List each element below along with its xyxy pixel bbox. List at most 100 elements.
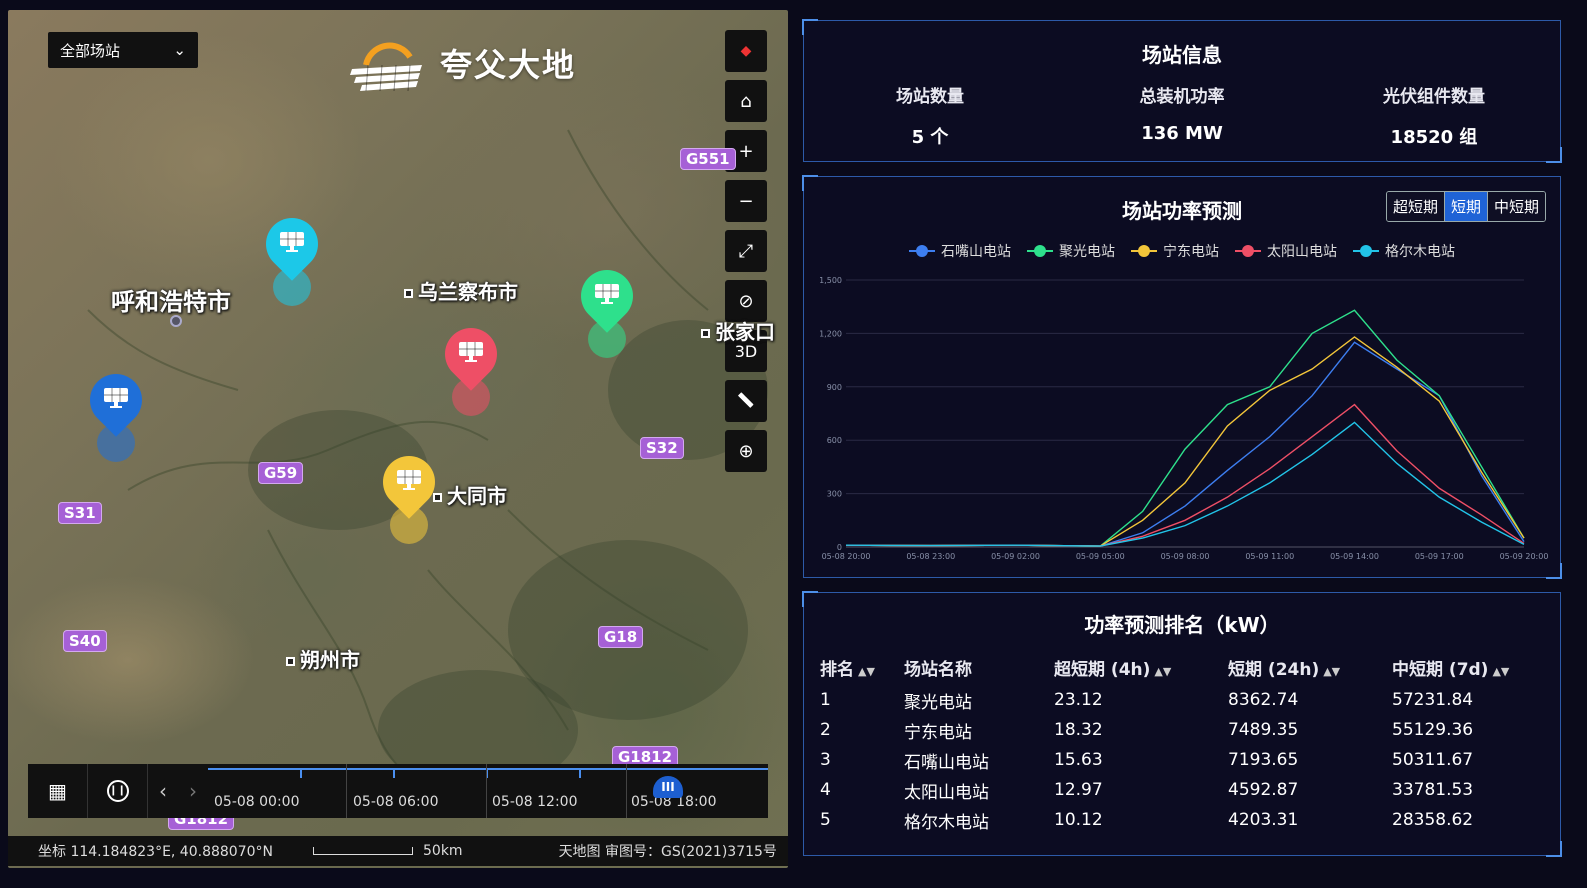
city-label-shuozhou: 朔州市	[286, 644, 360, 673]
table-cell: 33781.53	[1392, 780, 1474, 800]
tab-short[interactable]: 短期	[1444, 192, 1488, 221]
timeline-tick	[579, 768, 581, 778]
map-view[interactable]: 全部场站 ⌄ 夸父大地 ◆ ⌂ + − ⤢ ⊘ 3D 📏 ⊕ 呼和浩特市 乌兰察…	[8, 10, 788, 868]
table-cell: 4	[820, 780, 831, 800]
ranking-table: 排名 ▲▼ 场站名称 超短期 (4h) ▲▼ 短期 (24h) ▲▼ 中短期 (7d) ▲▼ 1…	[820, 649, 1542, 835]
stat-value: 136 MW	[1141, 123, 1223, 144]
power-ranking-panel: 功率预测排名（kW） 排名 ▲▼ 场站名称 超短期 (4h) ▲▼ 短期 (24h) ▲▼ 中…	[802, 591, 1562, 857]
x-tick-label: 05-09 11:00	[1245, 552, 1294, 561]
zoom-out-button[interactable]: −	[725, 180, 767, 222]
stat-total-capacity: 总装机功率 136 MW	[1056, 82, 1308, 149]
tab-ultra-short[interactable]: 超短期	[1386, 192, 1445, 221]
legend-item[interactable]: 格尔木电站	[1353, 241, 1455, 261]
series-line[interactable]	[845, 421, 1525, 547]
table-cell: 7193.65	[1228, 750, 1299, 770]
dashboard: 全部场站 ⌄ 夸父大地 ◆ ⌂ + − ⤢ ⊘ 3D 📏 ⊕ 呼和浩特市 乌兰察…	[0, 0, 1587, 888]
legend-label: 聚光电站	[1059, 244, 1115, 260]
forecast-line-chart: 0 300 600 900 1,200 1,500 05-08 20:00 05-08 23:…	[819, 276, 1548, 561]
table-row[interactable]: 1 聚光电站 23.12 8362.74 57231.84	[820, 685, 1542, 715]
legend-item[interactable]: 石嘴山电站	[909, 241, 1011, 261]
road-label: S32	[640, 437, 684, 459]
station-pin-blue[interactable]	[79, 363, 153, 464]
calendar-icon: ▦	[48, 779, 67, 803]
column-header[interactable]: 短期 (24h) ▲▼	[1228, 649, 1392, 685]
sort-icon[interactable]: ▲▼	[1492, 665, 1509, 678]
map-statusbar: 坐标 114.184823°E, 40.888070°N 50km 天地图 审图…	[8, 836, 788, 866]
table-cell: 57231.84	[1392, 690, 1474, 710]
legend-item[interactable]: 聚光电站	[1027, 241, 1115, 261]
station-pin-yellow[interactable]	[372, 445, 446, 546]
timeline-divider	[346, 764, 347, 818]
column-header[interactable]: 场站名称	[904, 649, 1054, 685]
x-tick-label: 05-09 17:00	[1415, 552, 1464, 561]
solar-panel-icon	[103, 386, 129, 408]
column-header-label: 排名	[820, 659, 854, 680]
legend-item[interactable]: 太阳山电站	[1235, 241, 1337, 261]
timeline-label: 05-08 06:00	[353, 794, 439, 810]
table-row[interactable]: 3 石嘴山电站 15.63 7193.65 50311.67	[820, 745, 1542, 775]
road-label: G551	[680, 148, 736, 170]
calendar-button[interactable]: ▦	[28, 764, 88, 818]
x-tick-label: 05-09 02:00	[991, 552, 1040, 561]
coordinate-readout: 坐标 114.184823°E, 40.888070°N	[38, 844, 273, 860]
sort-icon[interactable]: ▲▼	[1154, 665, 1171, 678]
timeline-line	[208, 768, 768, 770]
column-header[interactable]: 排名 ▲▼	[820, 649, 904, 685]
column-header-label: 场站名称	[904, 659, 972, 680]
legend-swatch	[1131, 245, 1157, 257]
ruler-button[interactable]: 📏	[725, 380, 767, 422]
timeline-track[interactable]: 05-08 00:00 05-08 06:00 05-08 12:00 05-0…	[208, 764, 768, 818]
series-line[interactable]	[845, 336, 1525, 547]
table-row[interactable]: 2 宁东电站 18.32 7489.35 55129.36	[820, 715, 1542, 745]
locate-icon: ⊕	[738, 440, 754, 462]
home-button[interactable]: ⌂	[725, 80, 767, 122]
city-label-wulanchabu: 乌兰察布市	[404, 276, 518, 305]
table-row[interactable]: 4 太阳山电站 12.97 4592.87 33781.53	[820, 775, 1542, 805]
table-cell: 格尔木电站	[904, 812, 989, 833]
timeline-handle[interactable]: III	[653, 776, 683, 798]
stat-label: 场站数量	[896, 87, 964, 107]
station-pin-red[interactable]	[434, 317, 508, 418]
column-header[interactable]: 中短期 (7d) ▲▼	[1392, 649, 1542, 685]
station-pin-cyan[interactable]	[255, 207, 329, 308]
column-header-label: 中短期 (7d)	[1392, 659, 1489, 680]
y-tick-label: 0	[837, 543, 842, 552]
x-tick-label: 05-09 08:00	[1161, 552, 1210, 561]
table-cell: 28358.62	[1392, 810, 1474, 830]
chart-legend: 石嘴山电站 聚光电站 宁东电站 太阳山电站 格尔木电站	[804, 241, 1560, 261]
locate-button[interactable]: ⊕	[725, 430, 767, 472]
solar-panel-icon	[594, 282, 620, 304]
sort-icon[interactable]: ▲▼	[1323, 665, 1340, 678]
sort-icon[interactable]: ▲▼	[858, 665, 875, 678]
table-cell: 宁东电站	[904, 722, 972, 743]
legend-item[interactable]: 宁东电站	[1131, 241, 1219, 261]
compass-icon: ◆	[740, 43, 752, 59]
road-label: S31	[58, 502, 102, 524]
legend-swatch	[909, 245, 935, 257]
table-row[interactable]: 5 格尔木电站 10.12 4203.31 28358.62	[820, 805, 1542, 835]
station-select[interactable]: 全部场站 ⌄	[48, 32, 198, 68]
table-cell: 15.63	[1054, 750, 1103, 770]
y-tick-label: 1,200	[819, 329, 842, 338]
timeline-label: 05-08 00:00	[214, 794, 300, 810]
station-info-panel: 场站信息 场站数量 5 个 总装机功率 136 MW 光伏组件数量 18520 …	[802, 19, 1562, 163]
next-arrow-icon[interactable]: ›	[189, 779, 197, 803]
legend-swatch	[1353, 245, 1379, 257]
legend-label: 格尔木电站	[1385, 244, 1455, 260]
series-line[interactable]	[845, 309, 1525, 547]
table-cell: 8362.74	[1228, 690, 1299, 710]
tab-mid-short[interactable]: 中短期	[1487, 192, 1545, 221]
table-cell: 5	[820, 810, 831, 830]
legend-swatch	[1235, 245, 1261, 257]
pause-button[interactable]: ❙❙	[88, 764, 148, 818]
station-pin-green[interactable]	[570, 259, 644, 360]
station-select-value: 全部场站	[60, 41, 121, 60]
sun-logo-icon	[350, 42, 422, 91]
legend-swatch	[1027, 245, 1053, 257]
column-header[interactable]: 超短期 (4h) ▲▼	[1054, 649, 1228, 685]
solar-panel-icon	[458, 340, 484, 362]
compass-button[interactable]: ◆	[725, 30, 767, 72]
fullscreen-button[interactable]: ⤢	[725, 230, 767, 272]
series-line[interactable]	[845, 341, 1525, 547]
prev-arrow-icon[interactable]: ‹	[159, 779, 167, 803]
